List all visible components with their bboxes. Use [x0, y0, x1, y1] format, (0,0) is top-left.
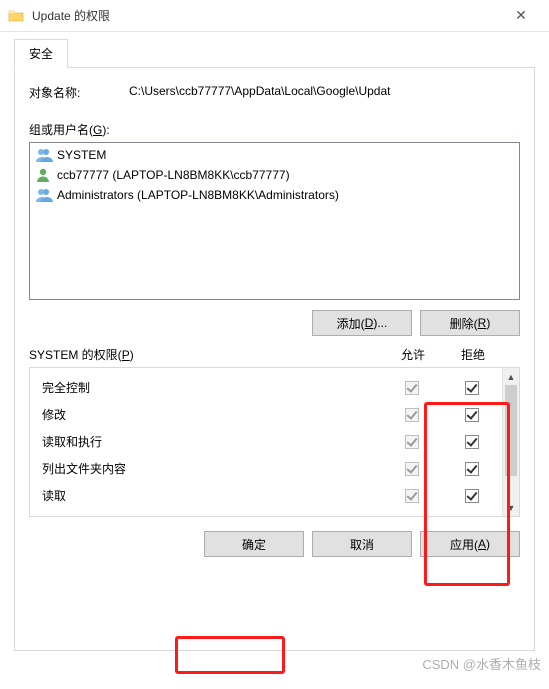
allow-checkbox[interactable]	[405, 408, 419, 422]
allow-checkbox[interactable]	[405, 462, 419, 476]
object-name-label: 对象名称:	[29, 84, 129, 101]
scroll-down-button[interactable]: ▼	[503, 499, 519, 516]
object-name-row: 对象名称: C:\Users\ccb77777\AppData\Local\Go…	[29, 84, 520, 101]
permission-name: 读取和执行	[42, 433, 382, 450]
list-item[interactable]: SYSTEM	[33, 145, 516, 165]
permission-row: 读取和执行	[30, 428, 502, 455]
allow-checkbox[interactable]	[405, 489, 419, 503]
dialog-body: 安全 对象名称: C:\Users\ccb77777\AppData\Local…	[0, 32, 549, 665]
scrollbar[interactable]: ▲ ▼	[502, 368, 519, 516]
permission-row: 读取	[30, 482, 502, 509]
group-icon	[35, 147, 53, 163]
list-item-label: ccb77777 (LAPTOP-LN8BM8KK\ccb77777)	[57, 168, 290, 182]
allow-column-header: 允许	[383, 346, 443, 363]
titlebar: Update 的权限 ✕	[0, 0, 549, 32]
deny-checkbox[interactable]	[465, 381, 479, 395]
user-icon	[35, 167, 53, 183]
apply-button[interactable]: 应用(A)	[420, 531, 520, 557]
permission-name: 读取	[42, 487, 382, 504]
permission-row: 修改	[30, 401, 502, 428]
permission-name: 修改	[42, 406, 382, 423]
ok-button[interactable]: 确定	[204, 531, 304, 557]
window-title: Update 的权限	[32, 7, 501, 24]
permission-name: 完全控制	[42, 379, 382, 396]
tab-underline	[14, 67, 535, 68]
list-item[interactable]: ccb77777 (LAPTOP-LN8BM8KK\ccb77777)	[33, 165, 516, 185]
permissions-rows: 完全控制修改读取和执行列出文件夹内容读取	[30, 368, 502, 516]
scroll-up-button[interactable]: ▲	[503, 368, 519, 385]
scroll-thumb[interactable]	[505, 385, 517, 476]
dialog-buttons-row: 确定 取消 应用(A)	[29, 531, 520, 557]
folder-icon	[8, 8, 24, 24]
permission-row: 列出文件夹内容	[30, 455, 502, 482]
close-button[interactable]: ✕	[501, 2, 541, 30]
add-button[interactable]: 添加(D)...	[312, 310, 412, 336]
add-remove-row: 添加(D)... 删除(R)	[29, 310, 520, 336]
remove-button[interactable]: 删除(R)	[420, 310, 520, 336]
cancel-button[interactable]: 取消	[312, 531, 412, 557]
tab-content: 对象名称: C:\Users\ccb77777\AppData\Local\Go…	[14, 68, 535, 651]
object-name-path: C:\Users\ccb77777\AppData\Local\Google\U…	[129, 84, 520, 101]
list-item-label: Administrators (LAPTOP-LN8BM8KK\Administ…	[57, 188, 339, 202]
allow-checkbox[interactable]	[405, 435, 419, 449]
deny-checkbox[interactable]	[465, 408, 479, 422]
group-icon	[35, 187, 53, 203]
list-item-label: SYSTEM	[57, 148, 106, 162]
permissions-box: 完全控制修改读取和执行列出文件夹内容读取 ▲ ▼	[29, 367, 520, 517]
permissions-for-label: SYSTEM 的权限(P)	[29, 346, 383, 363]
deny-checkbox[interactable]	[465, 435, 479, 449]
tabs-row: 安全	[14, 40, 535, 68]
permissions-header: SYSTEM 的权限(P) 允许 拒绝	[29, 346, 520, 363]
deny-checkbox[interactable]	[465, 489, 479, 503]
scroll-track[interactable]	[503, 385, 519, 499]
allow-checkbox[interactable]	[405, 381, 419, 395]
list-item[interactable]: Administrators (LAPTOP-LN8BM8KK\Administ…	[33, 185, 516, 205]
deny-column-header: 拒绝	[443, 346, 503, 363]
permission-name: 列出文件夹内容	[42, 460, 382, 477]
permission-row: 完全控制	[30, 374, 502, 401]
deny-checkbox[interactable]	[465, 462, 479, 476]
tab-security[interactable]: 安全	[14, 39, 68, 68]
groups-listbox[interactable]: SYSTEM ccb77777 (LAPTOP-LN8BM8KK\ccb7777…	[29, 142, 520, 300]
groups-label: 组或用户名(G):	[29, 121, 520, 138]
